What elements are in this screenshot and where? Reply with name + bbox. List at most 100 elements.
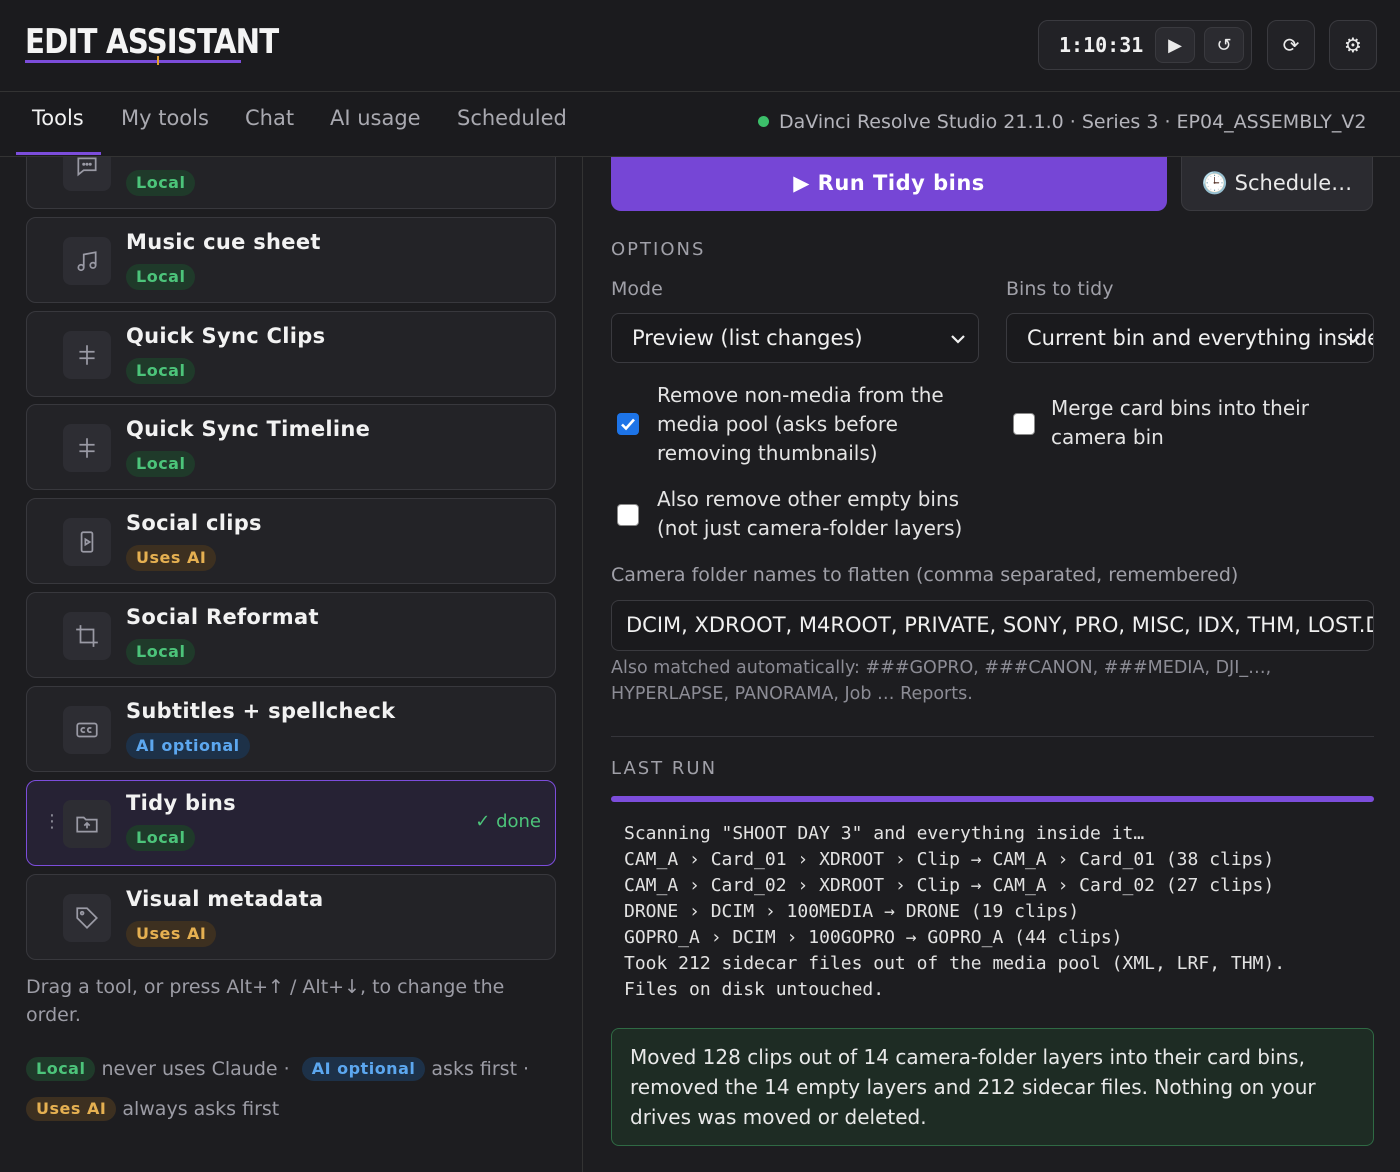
checkmark-icon (621, 418, 635, 431)
tag-icon (63, 894, 111, 942)
timer-display: 1:10:31 (1059, 33, 1144, 57)
bins-select[interactable]: Current bin and everything inside (1006, 313, 1374, 363)
section-divider (611, 736, 1374, 737)
tool-card[interactable]: Local (26, 157, 556, 209)
captions-icon (63, 706, 111, 754)
tool-detail-panel: ▶ Run Tidy bins 🕒 Schedule… OPTIONS Mode… (584, 157, 1400, 1172)
bins-select-value: Current bin and everything inside (1027, 326, 1374, 350)
log-line: Took 212 sidecar files out of the media … (624, 953, 1286, 974)
log-line: Files on disk untouched. (624, 979, 885, 1000)
tool-badge: AI optional (126, 733, 250, 759)
badge-legend-2: Uses AI always asks first (26, 1097, 279, 1121)
merge-card-bins-checkbox[interactable] (1013, 413, 1035, 435)
tool-badge: Local (126, 264, 196, 290)
tool-title: Social Reformat (126, 605, 319, 629)
remove-non-media-label: Remove non-media from the media pool (as… (657, 383, 944, 465)
folder-icon (63, 800, 111, 848)
tool-badge: Local (126, 358, 196, 384)
tab-scheduled[interactable]: Scheduled (457, 106, 567, 130)
camera-folders-label: Camera folder names to flatten (comma se… (611, 564, 1239, 586)
log-line: DRONE › DCIM › 100MEDIA → DRONE (19 clip… (624, 901, 1080, 922)
reset-timer-button[interactable]: ↺ (1204, 27, 1244, 63)
tool-card[interactable]: Subtitles + spellcheck AI optional (26, 686, 556, 772)
tool-title: Visual metadata (126, 887, 324, 911)
tab-ai-usage[interactable]: AI usage (330, 106, 421, 130)
app-logo: EDIT ASSISTANT (25, 22, 279, 62)
legend-ai-text: always asks first (122, 1098, 280, 1120)
tool-card-active[interactable]: ⋮ Tidy bins Local ✓ done (26, 780, 556, 866)
tool-title: Quick Sync Clips (126, 324, 326, 348)
sync-icon (63, 331, 111, 379)
options-heading: OPTIONS (611, 239, 706, 260)
tab-chat[interactable]: Chat (245, 106, 294, 130)
legend-optional-badge: AI optional (301, 1057, 426, 1081)
crop-icon (63, 612, 111, 660)
legend-ai-badge: Uses AI (26, 1097, 117, 1121)
timer-widget: 1:10:31 ▶ ↺ (1038, 20, 1252, 70)
last-run-heading: LAST RUN (611, 758, 718, 779)
log-line: CAM_A › Card_02 › XDROOT › Clip → CAM_A … (624, 875, 1275, 896)
app-header: EDIT ASSISTANT 1:10:31 ▶ ↺ ⟳ ⚙ (0, 0, 1400, 92)
tool-badge: Uses AI (126, 921, 217, 947)
tool-title: Quick Sync Timeline (126, 417, 371, 441)
logo-tick (157, 56, 159, 65)
camera-folders-input[interactable]: DCIM, XDROOT, M4ROOT, PRIVATE, SONY, PRO… (611, 600, 1374, 651)
done-status: ✓ done (475, 811, 541, 832)
run-progress-fill (611, 796, 1374, 802)
tool-card[interactable]: Social clips Uses AI (26, 498, 556, 584)
log-line: Scanning "SHOOT DAY 3" and everything in… (624, 823, 1145, 844)
run-log: Scanning "SHOOT DAY 3" and everything in… (624, 821, 1285, 1003)
log-line: CAM_A › Card_01 › XDROOT › Clip → CAM_A … (624, 849, 1275, 870)
status-dot-icon (758, 116, 769, 127)
mode-label: Mode (611, 278, 663, 300)
tools-list-panel: Local Music cue sheet Local Quick Sync C… (0, 157, 583, 1172)
main-nav: Tools My tools Chat AI usage Scheduled D… (0, 92, 1400, 157)
merge-card-bins-label: Merge card bins into their camera bin (1051, 396, 1309, 449)
vertical-video-icon (63, 518, 111, 566)
music-icon (63, 237, 111, 285)
tool-card[interactable]: Social Reformat Local (26, 592, 556, 678)
remove-empty-bins-label: Also remove other empty bins (not just c… (657, 487, 963, 540)
play-button[interactable]: ▶ (1155, 27, 1195, 63)
remove-empty-bins-checkbox[interactable] (617, 504, 639, 526)
tool-badge: Local (126, 825, 196, 851)
tool-badge: Local (126, 639, 196, 665)
remove-non-media-checkbox[interactable] (617, 413, 639, 435)
reorder-hint: Drag a tool, or press Alt+↑ / Alt+↓, to … (26, 976, 505, 1026)
mode-select-value: Preview (list changes) (632, 326, 863, 350)
tool-title: Social clips (126, 511, 262, 535)
tool-title: Subtitles + spellcheck (126, 699, 396, 723)
chevron-down-icon (951, 335, 965, 344)
tool-title: Music cue sheet (126, 230, 321, 254)
camera-folders-helper: Also matched automatically: ###GOPRO, ##… (611, 658, 1272, 704)
chat-icon (63, 157, 111, 191)
tool-card[interactable]: Music cue sheet Local (26, 217, 556, 303)
tool-card[interactable]: Quick Sync Clips Local (26, 311, 556, 397)
refresh-icon: ⟳ (1282, 33, 1300, 57)
connection-status: DaVinci Resolve Studio 21.1.0 · Series 3… (758, 111, 1366, 133)
tool-card[interactable]: Visual metadata Uses AI (26, 874, 556, 960)
tool-badge: Local (126, 170, 196, 196)
legend-local-badge: Local (26, 1057, 96, 1081)
refresh-button[interactable]: ⟳ (1267, 20, 1315, 70)
sync-icon (63, 424, 111, 472)
run-result-summary: Moved 128 clips out of 14 camera-folder … (611, 1028, 1374, 1146)
tool-card[interactable]: Quick Sync Timeline Local (26, 404, 556, 490)
badge-legend: Local never uses Claude · AI optional as… (26, 1057, 529, 1081)
settings-button[interactable]: ⚙ (1329, 20, 1377, 70)
status-text: DaVinci Resolve Studio 21.1.0 · Series 3… (779, 111, 1367, 133)
tool-badge: Local (126, 451, 196, 477)
chevron-down-icon (1346, 335, 1360, 344)
reset-icon: ↺ (1216, 34, 1232, 56)
mode-select[interactable]: Preview (list changes) (611, 313, 979, 363)
run-progress-bar (611, 796, 1374, 802)
tab-my-tools[interactable]: My tools (121, 106, 209, 130)
drag-handle-icon[interactable]: ⋮ (43, 811, 61, 832)
bins-label: Bins to tidy (1006, 278, 1114, 300)
tool-title: Tidy bins (126, 791, 236, 815)
run-tool-button[interactable]: ▶ Run Tidy bins (611, 157, 1167, 211)
active-tab-indicator (16, 152, 101, 155)
logo-underline (25, 60, 241, 63)
schedule-button[interactable]: 🕒 Schedule… (1181, 157, 1373, 211)
tab-tools[interactable]: Tools (32, 106, 84, 130)
